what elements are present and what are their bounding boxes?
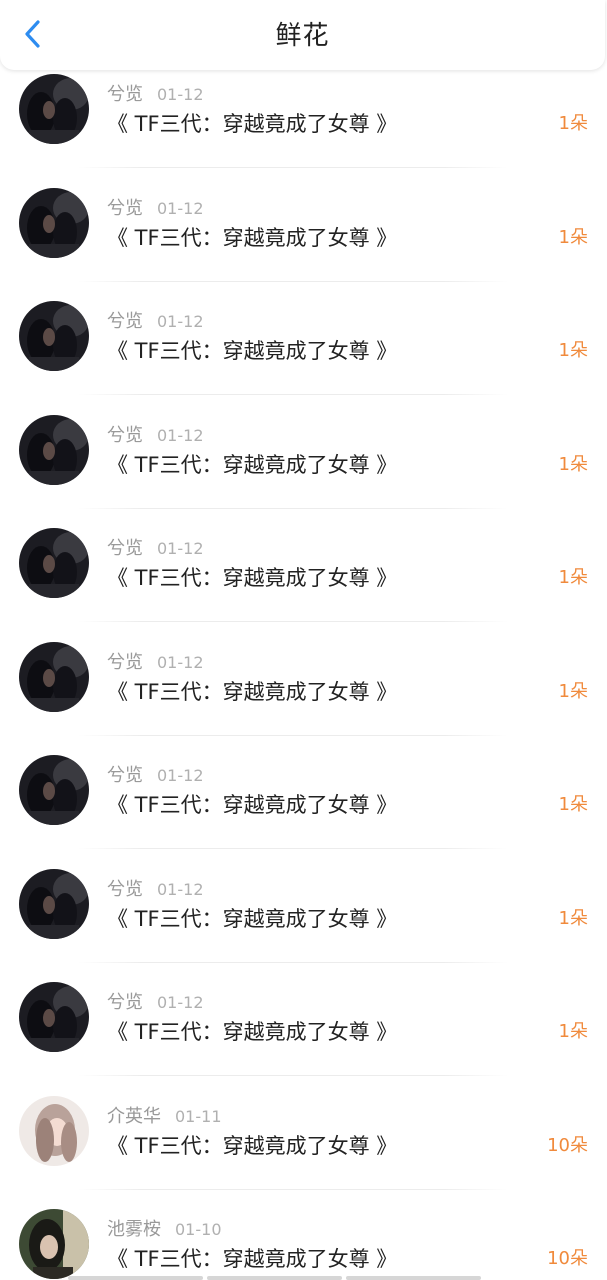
book-title[interactable]: 《 TF三代：穿越竟成了女尊 》 — [107, 337, 397, 365]
avatar[interactable] — [19, 187, 89, 258]
user-name[interactable]: 兮览 — [107, 765, 143, 786]
divider — [78, 848, 508, 849]
flower-count: 1朵 — [558, 113, 588, 134]
divider — [78, 621, 508, 622]
user-name[interactable]: 兮览 — [107, 198, 143, 219]
divider — [78, 1075, 508, 1076]
flower-count: 1朵 — [558, 340, 588, 361]
flower-count: 10朵 — [547, 1248, 588, 1269]
list-item[interactable]: 兮览 01-12 《 TF三代：穿越竟成了女尊 》 1朵 — [0, 184, 607, 298]
post-date: 01-10 — [175, 1220, 222, 1239]
book-title[interactable]: 《 TF三代：穿越竟成了女尊 》 — [107, 451, 397, 479]
list-item[interactable]: 介英华 01-11 《 TF三代：穿越竟成了女尊 》 10朵 — [0, 1092, 607, 1206]
avatar[interactable] — [19, 1209, 89, 1279]
post-date: 01-12 — [157, 652, 204, 672]
user-name[interactable]: 介英华 — [107, 1106, 161, 1127]
divider — [78, 167, 508, 168]
page: 鲜花 兮览 01-12 《 TF三代：穿越竟成了女尊 》 1朵 兮览 01-12 《 TF三… — [0, 0, 607, 1280]
flower-count: 1朵 — [558, 680, 588, 702]
user-name[interactable]: 兮览 — [107, 879, 143, 900]
item-meta: 兮览 01-12 — [107, 652, 204, 674]
avatar[interactable] — [19, 755, 89, 825]
list-item[interactable]: 兮览 01-12 《 TF三代：穿越竟成了女尊 》 1朵 — [0, 524, 607, 638]
user-name[interactable]: 兮览 — [107, 84, 143, 105]
divider — [78, 507, 508, 509]
divider — [78, 394, 508, 395]
divider — [78, 280, 508, 282]
book-title[interactable]: 《 TF三代：穿越竟成了女尊 》 — [107, 1245, 397, 1273]
post-date: 01-12 — [157, 766, 204, 785]
flower-count: 1朵 — [558, 567, 588, 588]
list-item[interactable]: 兮览 01-12 《 TF三代：穿越竟成了女尊 》 1朵 — [0, 638, 607, 752]
flower-count: 1朵 — [558, 453, 588, 475]
book-title[interactable]: 《 TF三代：穿越竟成了女尊 》 — [107, 224, 397, 252]
book-title[interactable]: 《 TF三代：穿越竟成了女尊 》 — [107, 1018, 397, 1046]
book-title[interactable]: 《 TF三代：穿越竟成了女尊 》 — [107, 678, 397, 706]
user-name[interactable]: 兮览 — [107, 425, 143, 446]
divider — [78, 734, 508, 736]
list-item[interactable]: 兮览 01-12 《 TF三代：穿越竟成了女尊 》 1朵 — [0, 411, 607, 525]
post-date: 01-12 — [157, 198, 204, 218]
item-meta: 池雾桉 01-10 — [107, 1219, 222, 1241]
divider — [78, 961, 508, 963]
post-date: 01-12 — [157, 539, 204, 558]
book-title[interactable]: 《 TF三代：穿越竟成了女尊 》 — [107, 1132, 397, 1160]
scroll-indicator-segment — [346, 1276, 481, 1280]
item-meta: 介英华 01-11 — [107, 1106, 222, 1128]
avatar[interactable] — [19, 528, 89, 598]
user-name[interactable]: 兮览 — [107, 538, 143, 559]
post-date: 01-12 — [157, 879, 204, 899]
user-name[interactable]: 兮览 — [107, 311, 143, 332]
list-item[interactable]: 兮览 01-12 《 TF三代：穿越竟成了女尊 》 1朵 — [0, 297, 607, 411]
avatar[interactable] — [19, 641, 89, 712]
item-meta: 兮览 01-12 — [107, 538, 204, 560]
scroll-indicator — [68, 1276, 481, 1280]
post-date: 01-12 — [157, 993, 204, 1012]
scroll-indicator-segment — [207, 1276, 342, 1280]
item-meta: 兮览 01-12 — [107, 765, 204, 787]
avatar[interactable] — [19, 868, 89, 939]
avatar[interactable] — [19, 982, 89, 1052]
user-name[interactable]: 兮览 — [107, 992, 143, 1013]
header-bar: 鲜花 — [0, 0, 605, 70]
book-title[interactable]: 《 TF三代：穿越竟成了女尊 》 — [107, 564, 397, 592]
flower-count: 1朵 — [558, 1021, 588, 1042]
item-meta: 兮览 01-12 — [107, 425, 204, 447]
page-title: 鲜花 — [275, 21, 330, 51]
item-meta: 兮览 01-12 — [107, 311, 204, 333]
list-item[interactable]: 兮览 01-12 《 TF三代：穿越竟成了女尊 》 1朵 — [0, 70, 607, 184]
list-item[interactable]: 兮览 01-12 《 TF三代：穿越竟成了女尊 》 1朵 — [0, 865, 607, 979]
post-date: 01-12 — [157, 85, 204, 104]
scroll-indicator-segment — [68, 1276, 203, 1280]
item-meta: 兮览 01-12 — [107, 879, 204, 901]
list-item[interactable]: 池雾桉 01-10 《 TF三代：穿越竟成了女尊 》 10朵 — [0, 1205, 607, 1280]
avatar[interactable] — [19, 1095, 89, 1166]
flower-count: 10朵 — [547, 1134, 588, 1156]
item-meta: 兮览 01-12 — [107, 84, 204, 106]
book-title[interactable]: 《 TF三代：穿越竟成了女尊 》 — [107, 110, 397, 138]
post-date: 01-11 — [175, 1106, 222, 1126]
flower-count: 1朵 — [558, 226, 588, 248]
flower-list: 兮览 01-12 《 TF三代：穿越竟成了女尊 》 1朵 兮览 01-12 《 TF三代：穿… — [0, 70, 607, 1280]
flower-count: 1朵 — [558, 794, 588, 815]
flower-count: 1朵 — [558, 907, 588, 929]
list-item[interactable]: 兮览 01-12 《 TF三代：穿越竟成了女尊 》 1朵 — [0, 978, 607, 1092]
post-date: 01-12 — [157, 425, 204, 445]
book-title[interactable]: 《 TF三代：穿越竟成了女尊 》 — [107, 791, 397, 819]
avatar[interactable] — [19, 74, 89, 144]
user-name[interactable]: 兮览 — [107, 652, 143, 673]
avatar[interactable] — [19, 301, 89, 371]
list-item[interactable]: 兮览 01-12 《 TF三代：穿越竟成了女尊 》 1朵 — [0, 751, 607, 865]
book-title[interactable]: 《 TF三代：穿越竟成了女尊 》 — [107, 905, 397, 933]
post-date: 01-12 — [157, 312, 204, 331]
item-meta: 兮览 01-12 — [107, 198, 204, 220]
user-name[interactable]: 池雾桉 — [107, 1219, 161, 1240]
item-meta: 兮览 01-12 — [107, 992, 204, 1014]
avatar[interactable] — [19, 414, 89, 485]
divider — [78, 1188, 508, 1190]
